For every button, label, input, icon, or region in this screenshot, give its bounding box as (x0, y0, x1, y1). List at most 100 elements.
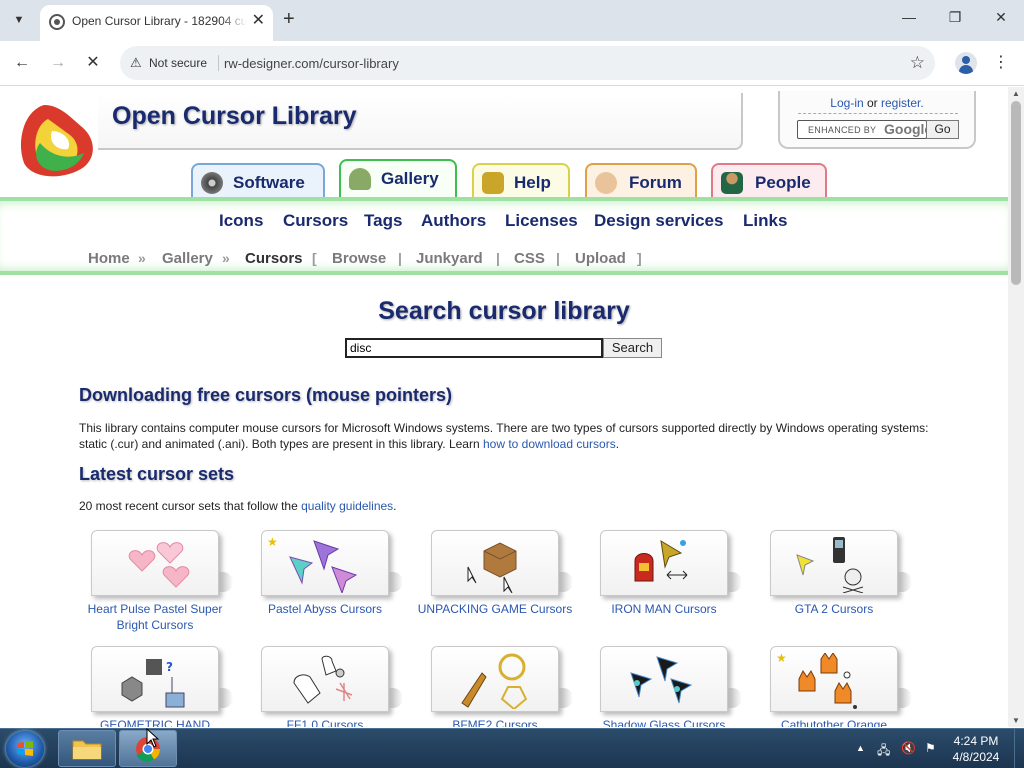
card-preview[interactable] (600, 646, 728, 712)
card-preview[interactable]: ★ (770, 646, 898, 712)
scroll-thumb[interactable] (1011, 101, 1021, 285)
back-arrow-icon[interactable]: ← (12, 53, 32, 73)
url-divider (218, 55, 219, 71)
disc-icon (201, 172, 223, 194)
card-preview[interactable] (600, 530, 728, 596)
breadcrumb-separator-icon: » (138, 250, 146, 266)
nav-tags[interactable]: Tags (364, 211, 402, 231)
search-brand-text: ENHANCED BY (808, 125, 877, 135)
site-logo[interactable] (14, 101, 98, 181)
tab-help[interactable]: Help (472, 163, 570, 199)
tab-forum-label: Forum (629, 173, 682, 192)
hearts-preview-icon (128, 542, 190, 588)
login-box: Log-in or register. ENHANCED BY Google G… (778, 91, 976, 149)
warning-icon[interactable]: ⚠ (130, 55, 142, 71)
cursor-set-name[interactable]: GTA 2 Cursors (750, 601, 918, 617)
card-preview[interactable] (91, 530, 219, 596)
tab-software[interactable]: Software (191, 163, 325, 199)
bracket-close: ] (637, 250, 642, 266)
cursor-set-name[interactable]: Catbutother Orange (750, 717, 918, 727)
download-heading: Downloading free cursors (mouse pointers… (79, 385, 453, 405)
file-explorer-taskbar-button[interactable] (58, 730, 116, 767)
minimize-icon[interactable]: — (899, 9, 919, 25)
clock-time: 4:24 PM (953, 734, 999, 748)
security-label[interactable]: Not secure (149, 56, 207, 70)
tab-search-chevron-down-icon[interactable]: ▼ (6, 7, 32, 33)
page-viewport: Open Cursor Library Log-in or register. … (0, 87, 1008, 727)
tray-overflow-chevron-up-icon[interactable]: ▲ (856, 743, 865, 753)
nav-cursors[interactable]: Cursors (283, 211, 348, 231)
subnav-css[interactable]: CSS (514, 250, 545, 267)
window-close-icon[interactable]: ✕ (991, 9, 1011, 26)
kebab-menu-icon[interactable]: ⋮ (993, 52, 1009, 72)
maximize-icon[interactable]: ❐ (945, 9, 965, 26)
cursor-set-name[interactable]: UNPACKING GAME Cursors (411, 601, 579, 617)
show-desktop-button[interactable] (1014, 729, 1024, 768)
tab-close-icon[interactable]: ✕ (252, 13, 265, 29)
breadcrumb-gallery[interactable]: Gallery (162, 250, 213, 267)
breadcrumb-home[interactable]: Home (88, 250, 130, 267)
nav-authors[interactable]: Authors (421, 211, 486, 231)
page-scrollbar[interactable]: ▲ ▼ (1008, 87, 1024, 727)
quality-guidelines-link[interactable]: quality guidelines (301, 499, 393, 513)
subnav-junkyard[interactable]: Junkyard (416, 250, 483, 267)
address-bar[interactable]: ⚠ Not secure rw-designer.com/cursor-libr… (120, 46, 935, 80)
taskbar-clock[interactable]: 4:24 PM 4/8/2024 (946, 733, 1006, 765)
geometric-hand-preview-icon: ? (121, 659, 185, 708)
site-title[interactable]: Open Cursor Library (112, 102, 357, 131)
period: . (615, 437, 620, 451)
start-button-windows-icon[interactable] (6, 731, 44, 767)
cursor-set-name[interactable]: BFME2 Cursors (411, 717, 579, 727)
subnav-browse[interactable]: Browse (332, 250, 386, 267)
cursor-set-name[interactable]: GEOMETRIC HAND (71, 717, 239, 727)
card-preview[interactable] (431, 646, 559, 712)
nav-licenses[interactable]: Licenses (505, 211, 578, 231)
volume-muted-icon[interactable]: 🔇 (901, 741, 916, 755)
stop-loading-close-icon[interactable]: ✕ (83, 53, 103, 73)
profile-icon[interactable] (955, 52, 977, 74)
action-center-icon[interactable]: ⚑ (925, 741, 936, 755)
search-button[interactable]: Search (603, 338, 662, 358)
card-shadow (898, 688, 912, 708)
nav-links[interactable]: Links (743, 211, 787, 231)
new-tab-plus-icon[interactable]: + (283, 9, 295, 29)
cursor-search-input[interactable] (345, 338, 603, 358)
go-button[interactable]: Go (926, 120, 959, 139)
clock-date: 4/8/2024 (952, 750, 1000, 764)
tab-gallery[interactable]: Gallery (339, 159, 457, 201)
network-icon[interactable]: 🖧 (877, 741, 890, 762)
card-preview[interactable] (431, 530, 559, 596)
card-preview[interactable]: ? (91, 646, 219, 712)
latest-heading: Latest cursor sets (79, 464, 235, 484)
tab-people[interactable]: People (711, 163, 827, 199)
forward-arrow-icon[interactable]: → (48, 53, 68, 73)
cursor-set-name[interactable]: Heart Pulse Pastel Super Bright Cursors (71, 601, 239, 633)
cursor-set-name[interactable]: FF1.0 Cursors (241, 717, 409, 727)
nav-icons[interactable]: Icons (219, 211, 263, 231)
scroll-up-arrow-icon[interactable]: ▲ (1012, 89, 1020, 98)
latest-text: 20 most recent cursor sets that follow t… (79, 499, 302, 513)
divider (798, 113, 958, 114)
cursor-set-name[interactable]: Pastel Abyss Cursors (241, 601, 409, 617)
cursor-set-name[interactable]: IRON MAN Cursors (580, 601, 748, 617)
period: . (393, 499, 397, 513)
register-link[interactable]: register. (881, 96, 924, 110)
url-text[interactable]: rw-designer.com/cursor-library (224, 56, 399, 71)
card-shadow (898, 572, 912, 592)
gallery-icon (349, 168, 371, 190)
scroll-down-arrow-icon[interactable]: ▼ (1012, 716, 1020, 725)
login-link[interactable]: Log-in (830, 96, 863, 110)
tab-forum[interactable]: Forum (585, 163, 697, 199)
card-preview[interactable]: ★ (261, 530, 389, 596)
pipe-separator: | (556, 250, 560, 266)
how-to-download-link[interactable]: how to download cursors (483, 437, 616, 451)
nav-design-services[interactable]: Design services (594, 211, 723, 231)
bookmark-star-icon[interactable]: ☆ (910, 53, 925, 73)
card-preview[interactable] (261, 646, 389, 712)
tab-gallery-label: Gallery (381, 169, 439, 188)
subnav-upload[interactable]: Upload (575, 250, 626, 267)
card-preview[interactable] (770, 530, 898, 596)
cursor-set-name[interactable]: Shadow Glass Cursors (580, 717, 748, 727)
browser-tab[interactable]: Open Cursor Library - 182904 cursors ✕ (40, 5, 273, 41)
google-search-input[interactable]: ENHANCED BY Google (797, 120, 927, 139)
